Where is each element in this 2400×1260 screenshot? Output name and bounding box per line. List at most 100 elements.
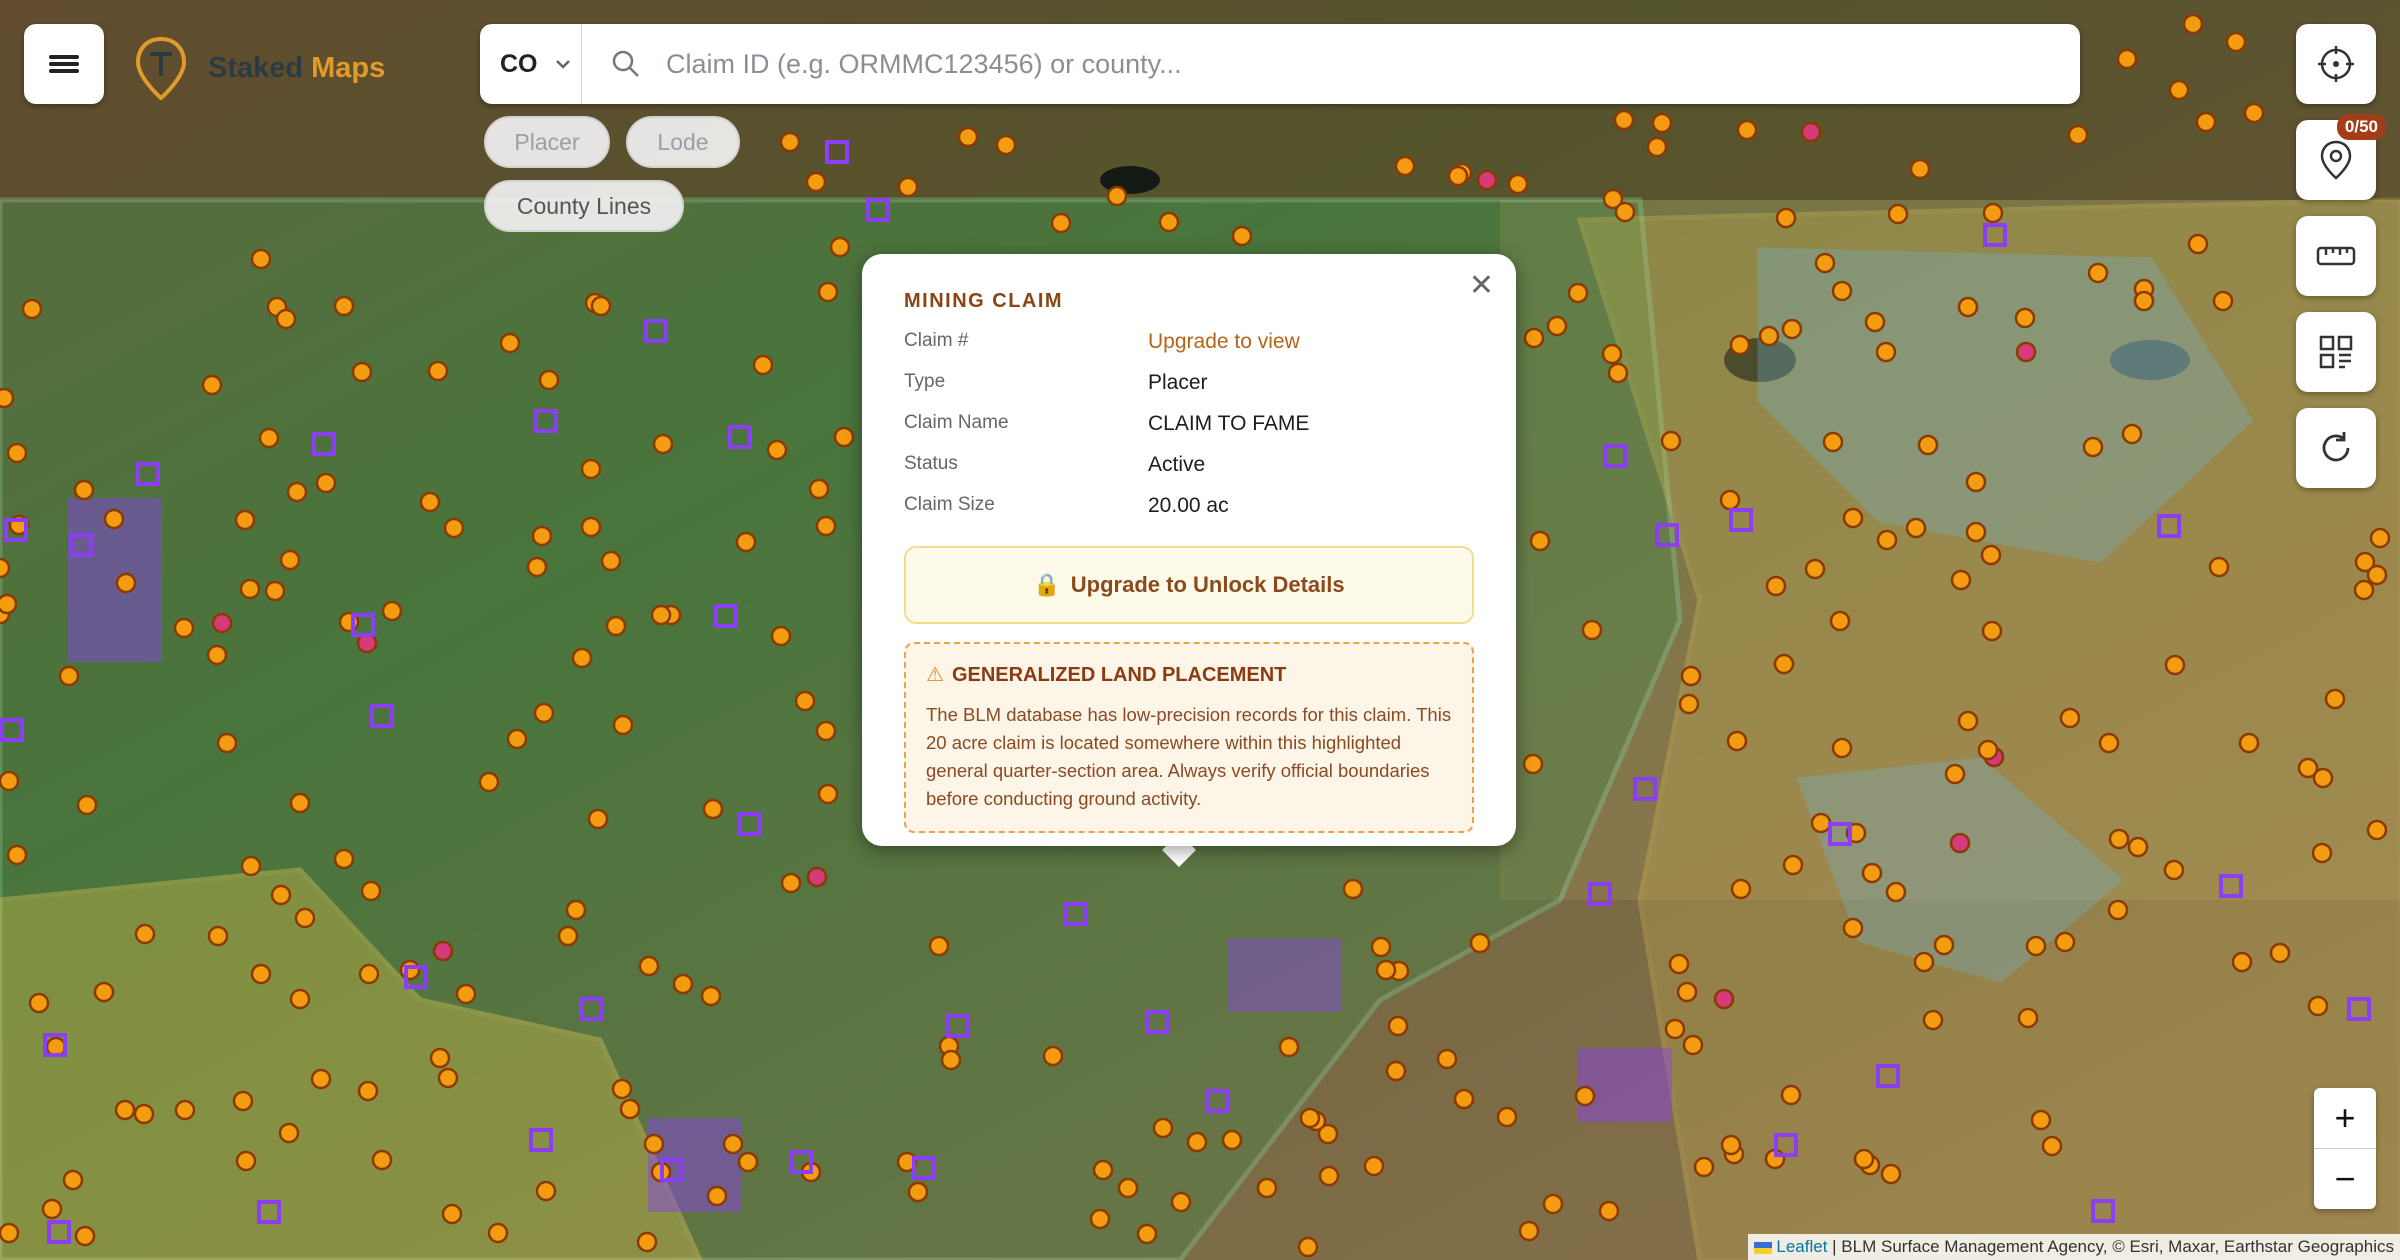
- claim-marker[interactable]: [829, 236, 851, 258]
- claim-marker[interactable]: [652, 433, 674, 455]
- claim-marker[interactable]: [419, 491, 441, 513]
- claim-marker[interactable]: [1905, 517, 1927, 539]
- claim-marker[interactable]: [1950, 569, 1972, 591]
- claim-marker[interactable]: [1853, 1148, 1875, 1170]
- claim-marker[interactable]: [2108, 828, 2130, 850]
- claim-marker[interactable]: [294, 907, 316, 929]
- claim-marker[interactable]: [278, 1122, 300, 1144]
- claim-marker[interactable]: [6, 844, 28, 866]
- claim-marker[interactable]: [1887, 203, 1909, 225]
- claim-marker[interactable]: [58, 665, 80, 687]
- claim-marker[interactable]: [580, 458, 602, 480]
- claim-marker[interactable]: [1965, 521, 1987, 543]
- claim-marker[interactable]: [1842, 507, 1864, 529]
- claim-marker[interactable]: [1864, 311, 1886, 333]
- claim-marker[interactable]: [2238, 732, 2260, 754]
- claim-marker[interactable]: [1574, 1085, 1596, 1107]
- claim-marker[interactable]: [2208, 556, 2230, 578]
- claim-marker[interactable]: [1814, 252, 1836, 274]
- layers-button[interactable]: [2296, 312, 2376, 392]
- claim-marker[interactable]: [2366, 564, 2388, 586]
- claim-marker[interactable]: [1106, 185, 1128, 207]
- claim-marker[interactable]: [1773, 653, 1795, 675]
- claim-marker[interactable]: [611, 1078, 633, 1100]
- claim-marker[interactable]: [1567, 282, 1589, 304]
- claim-marker[interactable]: [1299, 1107, 1321, 1129]
- claim-marker[interactable]: [1965, 471, 1987, 493]
- claim-marker[interactable]: [1875, 341, 1897, 363]
- claim-marker[interactable]: [779, 131, 801, 153]
- claim-marker[interactable]: [1822, 431, 1844, 453]
- claim-marker[interactable]: [2168, 79, 2190, 101]
- claim-marker[interactable]: [2133, 290, 2155, 312]
- claim-marker[interactable]: [28, 992, 50, 1014]
- claim-marker[interactable]: [0, 593, 18, 615]
- claim-marker[interactable]: [638, 955, 660, 977]
- claim-marker[interactable]: [1917, 434, 1939, 456]
- claim-marker[interactable]: [2311, 842, 2333, 864]
- claim-marker[interactable]: [1664, 1018, 1686, 1040]
- claim-marker[interactable]: [437, 1067, 459, 1089]
- claim-marker[interactable]: [907, 1181, 929, 1203]
- claim-marker[interactable]: [1152, 1117, 1174, 1139]
- claim-marker[interactable]: [722, 1133, 744, 1155]
- claim-marker[interactable]: [612, 714, 634, 736]
- claim-marker[interactable]: [2127, 836, 2149, 858]
- claim-marker[interactable]: [557, 925, 579, 947]
- claim-marker[interactable]: [928, 935, 950, 957]
- claim-marker[interactable]: [206, 644, 228, 666]
- claim-marker[interactable]: [1885, 881, 1907, 903]
- claim-marker[interactable]: [737, 1151, 759, 1173]
- claim-marker[interactable]: [1523, 327, 1545, 349]
- claim-marker[interactable]: [2087, 262, 2109, 284]
- claim-marker[interactable]: [234, 509, 256, 531]
- claim-marker[interactable]: [1933, 934, 1955, 956]
- claim-marker[interactable]: [2312, 767, 2334, 789]
- claim-marker[interactable]: [73, 479, 95, 501]
- claim-marker[interactable]: [1522, 753, 1544, 775]
- claim-marker[interactable]: [535, 1180, 557, 1202]
- claim-marker[interactable]: [315, 472, 337, 494]
- claim-marker[interactable]: [399, 959, 421, 981]
- claim-marker[interactable]: [1318, 1165, 1340, 1187]
- filter-chip-county-lines[interactable]: County Lines: [484, 180, 684, 232]
- claim-marker[interactable]: [1375, 959, 1397, 981]
- claim-marker[interactable]: [1158, 211, 1180, 233]
- claim-marker[interactable]: [443, 517, 465, 539]
- claim-marker[interactable]: [619, 1098, 641, 1120]
- claim-marker[interactable]: [1880, 1163, 1902, 1185]
- claim-marker[interactable]: [1607, 362, 1629, 384]
- claim-marker[interactable]: [1949, 832, 1971, 854]
- claim-marker[interactable]: [2182, 13, 2204, 35]
- claim-marker[interactable]: [2366, 819, 2388, 841]
- claim-marker[interactable]: [650, 604, 672, 626]
- claim-marker[interactable]: [1089, 1208, 1111, 1230]
- claim-marker[interactable]: [995, 134, 1017, 156]
- claim-marker[interactable]: [2225, 31, 2247, 53]
- claim-marker[interactable]: [2041, 1135, 2063, 1157]
- claim-marker[interactable]: [487, 1222, 509, 1244]
- claim-marker[interactable]: [0, 557, 11, 579]
- claim-marker[interactable]: [235, 1150, 257, 1172]
- claim-marker[interactable]: [250, 963, 272, 985]
- claim-marker[interactable]: [381, 600, 403, 622]
- close-icon[interactable]: ✕: [1469, 268, 1494, 303]
- claim-marker[interactable]: [1829, 610, 1851, 632]
- claim-marker[interactable]: [1496, 1106, 1518, 1128]
- menu-button[interactable]: [24, 24, 104, 104]
- claim-marker[interactable]: [1765, 575, 1787, 597]
- claim-marker[interactable]: [766, 439, 788, 461]
- claim-marker[interactable]: [2116, 48, 2138, 70]
- claim-marker[interactable]: [1782, 854, 1804, 876]
- claim-marker[interactable]: [258, 427, 280, 449]
- claim-marker[interactable]: [211, 612, 233, 634]
- claim-marker[interactable]: [1678, 693, 1700, 715]
- claim-marker[interactable]: [201, 374, 223, 396]
- claim-marker[interactable]: [526, 556, 548, 578]
- claim-marker[interactable]: [672, 973, 694, 995]
- claim-marker[interactable]: [1831, 280, 1853, 302]
- claim-marker[interactable]: [2015, 341, 2037, 363]
- claim-marker[interactable]: [1385, 1060, 1407, 1082]
- claim-marker[interactable]: [940, 1049, 962, 1071]
- claim-marker[interactable]: [371, 1149, 393, 1171]
